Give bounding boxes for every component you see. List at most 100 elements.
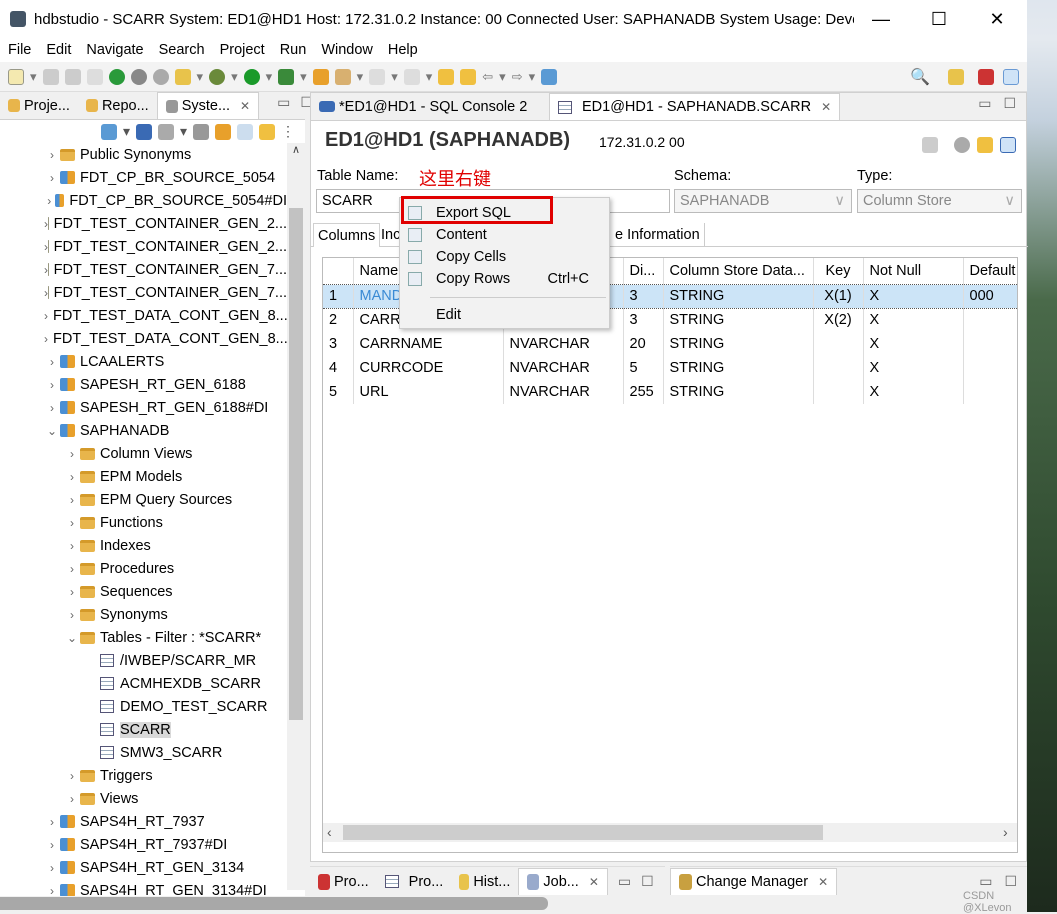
tree-item[interactable]: › FDT_TEST_CONTAINER_GEN_7... — [0, 258, 287, 281]
close-icon[interactable]: ✕ — [240, 99, 250, 113]
menu-run[interactable]: Run — [280, 42, 307, 58]
perspective-icon[interactable] — [948, 68, 964, 85]
chevron-right-icon[interactable]: › — [44, 171, 60, 185]
chevron-right-icon[interactable]: › — [64, 769, 80, 783]
menu-item-content[interactable]: Content — [400, 224, 609, 246]
tree-item[interactable]: › FDT_TEST_CONTAINER_GEN_2... — [0, 235, 287, 258]
forward-edit-icon[interactable] — [460, 68, 477, 85]
chevron-down-icon[interactable]: ⌄ — [44, 424, 60, 438]
window-horizontal-scrollbar[interactable]: CSDN @XLevon — [0, 890, 1027, 914]
tree-item[interactable]: › FDT_CP_BR_SOURCE_5054#DI — [0, 189, 287, 212]
close-icon[interactable]: ✕ — [818, 875, 828, 889]
chevron-right-icon[interactable]: › — [44, 194, 55, 208]
tree-item[interactable]: › Functions — [0, 511, 287, 534]
chevron-right-icon[interactable]: › — [64, 470, 80, 484]
minimize-view-icon[interactable]: ▭ — [618, 873, 631, 890]
connect-icon[interactable] — [108, 68, 125, 85]
minimize-view-icon[interactable]: ▭ — [277, 94, 290, 111]
tree-item[interactable]: › FDT_TEST_DATA_CONT_GEN_8... — [0, 304, 287, 327]
column-header[interactable]: Column Store Data... — [663, 258, 814, 284]
tree-item[interactable]: › LCAALERTS — [0, 350, 287, 373]
tab-job-log[interactable]: Job... ✕ — [518, 868, 608, 895]
tab-history[interactable]: Hist... — [451, 868, 518, 895]
tree-item[interactable]: › Procedures — [0, 557, 287, 580]
link-editor-icon[interactable] — [259, 123, 275, 140]
subtab-columns[interactable]: Columns — [313, 223, 381, 247]
chevron-right-icon[interactable]: › — [44, 838, 60, 852]
next-annotation-icon[interactable] — [369, 68, 386, 85]
window-scroll-thumb[interactable] — [0, 897, 548, 910]
subtab-further-information[interactable]: e Information — [611, 223, 705, 247]
tree-item[interactable]: › Sequences — [0, 580, 287, 603]
minimize-view-icon[interactable]: ▭ — [979, 873, 992, 890]
menu-window[interactable]: Window — [321, 42, 373, 58]
sql-console-icon[interactable] — [193, 123, 209, 140]
tree-item[interactable]: DEMO_TEST_SCARR — [0, 695, 287, 718]
chevron-right-icon[interactable]: › — [64, 539, 80, 553]
menu-item-edit[interactable]: Edit — [400, 304, 609, 326]
menu-navigate[interactable]: Navigate — [86, 42, 143, 58]
tree-item[interactable]: SMW3_SCARR — [0, 741, 287, 764]
open-icon[interactable] — [312, 68, 329, 85]
new-icon[interactable] — [8, 68, 24, 85]
tree-item[interactable]: › FDT_TEST_DATA_CONT_GEN_8... — [0, 327, 287, 350]
tree-item[interactable]: › Synonyms — [0, 603, 287, 626]
table-row[interactable]: 4 CURRCODE NVARCHAR 5 STRING X — [323, 356, 1017, 380]
maximize-editor-icon[interactable]: ☐ — [1003, 95, 1016, 112]
tree-item[interactable]: ⌄ SAPHANADB — [0, 419, 287, 442]
tree-item[interactable]: › Views — [0, 787, 287, 810]
tree-item[interactable]: › Column Views — [0, 442, 287, 465]
chevron-right-icon[interactable]: › — [64, 562, 80, 576]
close-icon[interactable]: ✕ — [589, 875, 599, 889]
maximize-view-icon[interactable]: ☐ — [641, 873, 654, 890]
column-header[interactable]: Di... — [623, 258, 664, 284]
table-row[interactable]: 5 URL NVARCHAR 255 STRING X — [323, 380, 1017, 404]
stop-icon[interactable] — [130, 68, 147, 85]
chevron-right-icon[interactable]: › — [44, 401, 60, 415]
table-scroll-thumb[interactable] — [343, 825, 823, 840]
chevron-right-icon[interactable]: › — [64, 447, 80, 461]
column-header[interactable]: Not Null — [863, 258, 964, 284]
column-header[interactable] — [323, 258, 354, 284]
chevron-right-icon[interactable]: › — [64, 516, 80, 530]
run-icon[interactable] — [954, 137, 970, 153]
close-icon[interactable]: ✕ — [821, 100, 831, 114]
tab-repositories[interactable]: Repo... — [78, 92, 157, 119]
monitor-icon[interactable] — [135, 123, 152, 140]
tree-item[interactable]: › FDT_TEST_CONTAINER_GEN_2... — [0, 212, 287, 235]
menu-item-copy-rows[interactable]: Copy Rows Ctrl+C — [400, 268, 609, 290]
tree-item[interactable]: › Public Synonyms — [0, 143, 287, 166]
save-all-icon[interactable] — [64, 68, 81, 85]
check-icon[interactable] — [152, 68, 169, 85]
save-icon[interactable] — [42, 68, 59, 85]
sql-icon[interactable] — [174, 68, 191, 85]
tab-systems[interactable]: Syste... ✕ — [156, 92, 260, 119]
menu-item-copy-cells[interactable]: Copy Cells — [400, 246, 609, 268]
menu-help[interactable]: Help — [388, 42, 418, 58]
tab-project-explorer[interactable]: Proje... — [0, 92, 78, 119]
menu-project[interactable]: Project — [220, 42, 265, 58]
export-icon[interactable] — [1000, 137, 1016, 153]
back-icon[interactable]: ⇦ — [482, 69, 493, 85]
maximize-button[interactable]: ☐ — [910, 0, 968, 38]
tab-change-manager[interactable]: Change Manager ✕ — [670, 868, 838, 895]
forward-icon[interactable]: ⇨ — [512, 69, 523, 85]
scroll-left-icon[interactable]: ‹ — [327, 824, 332, 840]
tree-item[interactable]: › SAPS4H_RT_7937 — [0, 810, 287, 833]
chevron-right-icon[interactable]: › — [44, 355, 60, 369]
table-row[interactable]: 3 CARRNAME NVARCHAR 20 STRING X — [323, 332, 1017, 356]
tree-item[interactable]: ACMHEXDB_SCARR — [0, 672, 287, 695]
chevron-right-icon[interactable]: › — [64, 585, 80, 599]
debug-icon[interactable] — [209, 68, 226, 85]
open-folder-icon[interactable] — [215, 123, 231, 140]
tree-item[interactable]: /IWBEP/SCARR_MR — [0, 649, 287, 672]
chevron-right-icon[interactable]: › — [44, 148, 60, 162]
debug-perspective-icon[interactable] — [978, 68, 994, 85]
maximize-view-icon[interactable]: ☐ — [1004, 873, 1017, 890]
dev-perspective-icon[interactable] — [1003, 68, 1019, 85]
chevron-right-icon[interactable]: › — [44, 815, 60, 829]
chevron-down-icon[interactable]: ⌄ — [64, 631, 80, 645]
tree-item[interactable]: › EPM Query Sources — [0, 488, 287, 511]
tools-icon[interactable] — [157, 123, 174, 140]
last-edit-icon[interactable] — [438, 68, 455, 85]
